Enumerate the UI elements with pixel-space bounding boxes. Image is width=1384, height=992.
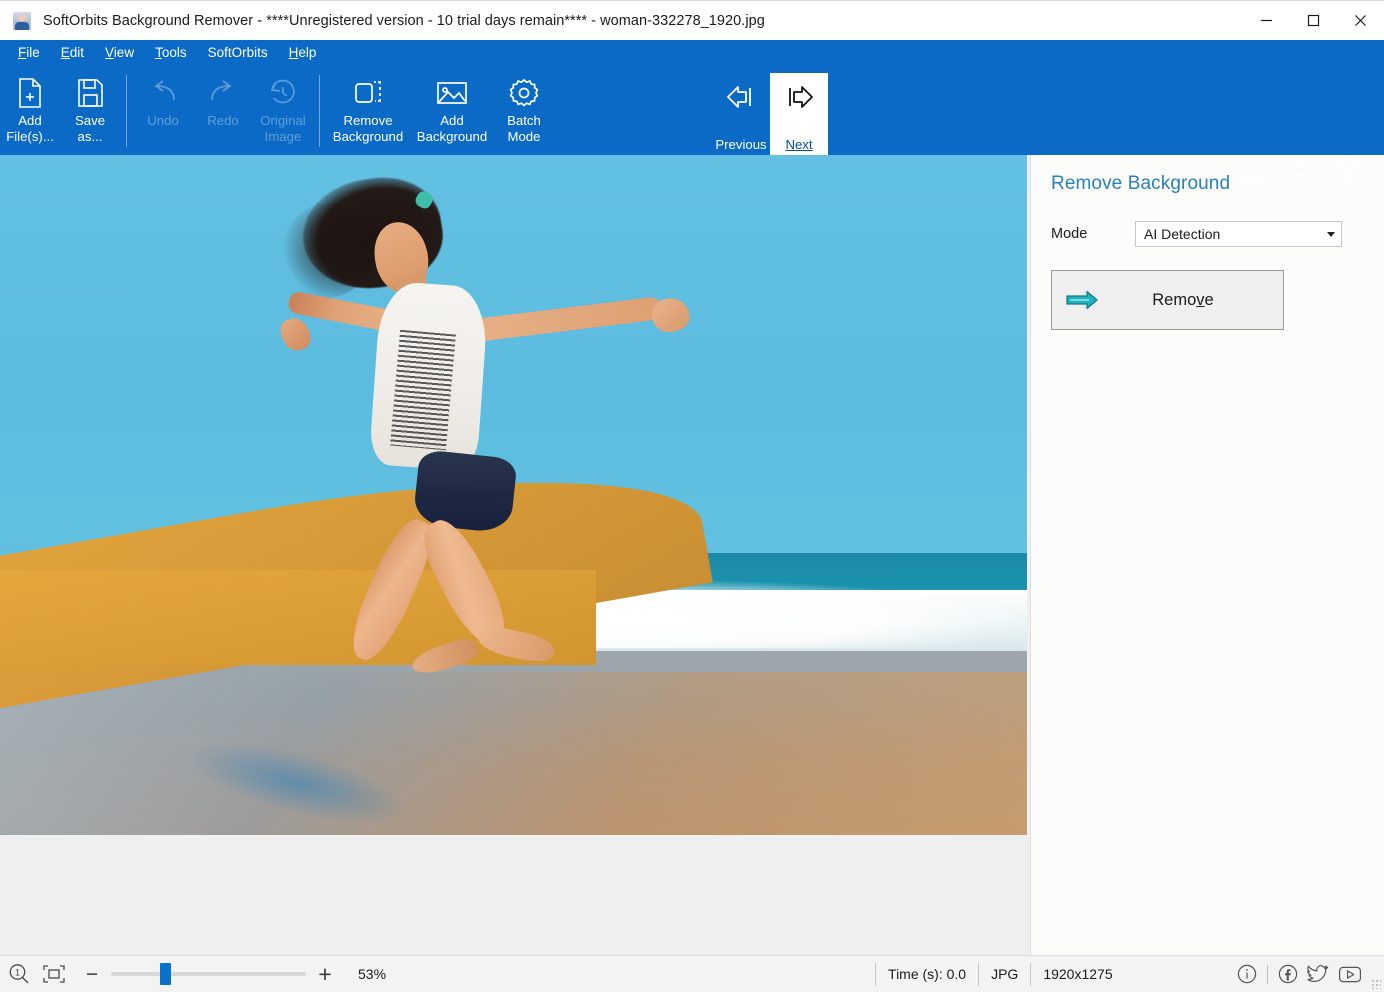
previous-button[interactable]: Previous [712, 73, 770, 152]
figure-right-foot [475, 623, 557, 666]
remove-background-label: Remove Background [332, 113, 404, 144]
original-image-label: Original Image [260, 113, 306, 144]
status-dimensions: 1920x1275 [1030, 962, 1124, 986]
remove-button[interactable]: Remove [1051, 270, 1284, 330]
toolbar-group-actions: Remove Background Add Background Batch M… [326, 67, 554, 151]
title-bar: SoftOrbits Background Remover - ****Unre… [0, 0, 1384, 40]
close-icon[interactable] [1337, 1, 1384, 41]
mode-select[interactable]: AI Detection [1135, 221, 1342, 247]
toolbar-separator-2 [319, 75, 320, 147]
add-files-button[interactable]: Add File(s)... [0, 67, 60, 151]
figure-right-arm [466, 296, 664, 343]
remove-button-label: Remove [1152, 290, 1214, 309]
save-icon [76, 76, 104, 110]
zoom-slider-thumb[interactable] [159, 963, 171, 985]
menu-item-edit[interactable]: Edit [61, 45, 84, 60]
undo-icon [147, 76, 179, 110]
key-icon[interactable] [1284, 159, 1310, 190]
undo-label: Undo [147, 113, 179, 128]
youtube-icon[interactable] [1338, 965, 1362, 984]
status-time: Time (s): 0.0 [875, 962, 978, 986]
toolbar-separator-1 [126, 75, 127, 147]
main-toolbar: Add File(s)... Save as... Undo Redo Orig… [0, 65, 1384, 184]
remove-background-icon [353, 76, 383, 110]
zoom-in-button[interactable]: + [314, 962, 336, 985]
redo-label: Redo [207, 113, 239, 128]
redo-button[interactable]: Redo [193, 67, 253, 151]
status-format: JPG [978, 962, 1030, 986]
fit-to-window-icon[interactable] [43, 964, 65, 984]
twitter-icon[interactable] [1307, 964, 1329, 984]
figure-shirt-print [390, 329, 457, 450]
batch-mode-label: Batch Mode [507, 113, 541, 144]
mode-select-value: AI Detection [1144, 226, 1221, 242]
add-background-icon [436, 76, 468, 110]
menu-item-file[interactable]: File [18, 45, 40, 60]
original-image-button[interactable]: Original Image [253, 67, 313, 151]
chevron-down-icon [1327, 231, 1335, 237]
batch-mode-button[interactable]: Batch Mode [494, 67, 554, 151]
menu-item-softorbits[interactable]: SoftOrbits [208, 45, 268, 60]
maximize-icon[interactable] [1290, 1, 1337, 41]
zoom-slider[interactable] [111, 963, 306, 985]
mode-row: Mode AI Detection [1051, 221, 1384, 247]
figure-denim-shorts [412, 449, 518, 534]
status-social-icons [1237, 964, 1384, 984]
zoom-slider-track [111, 972, 306, 976]
status-bar: 1 − + 53% Time (s): 0.0 JPG 1920x1275 [0, 955, 1384, 992]
gear-icon [509, 76, 539, 110]
toolbar-group-history: Undo Redo Original Image [133, 67, 313, 151]
application-window: SoftOrbits Background Remover - ****Unre… [0, 0, 1384, 992]
zoom-percent-label: 53% [358, 966, 387, 982]
toolbar-group-file: Add File(s)... Save as... [0, 67, 120, 151]
save-as-label: Save as... [74, 113, 106, 144]
undo-button[interactable]: Undo [133, 67, 193, 151]
window-title: SoftOrbits Background Remover - ****Unre… [43, 12, 765, 29]
add-files-label: Add File(s)... [6, 113, 54, 144]
next-button[interactable]: Next [770, 73, 828, 158]
previous-arrow-icon [724, 80, 758, 114]
add-background-label: Add Background [416, 113, 488, 144]
image-canvas[interactable] [0, 155, 1030, 955]
zoom-out-button[interactable]: − [81, 963, 103, 985]
save-as-button[interactable]: Save as... [60, 67, 120, 151]
next-label: Next [785, 137, 813, 152]
preview-image [0, 155, 1027, 835]
history-clock-icon [268, 76, 298, 110]
figure-left-hand [277, 314, 315, 355]
status-icon-divider [1267, 964, 1268, 984]
remove-background-button[interactable]: Remove Background [326, 67, 410, 151]
next-arrow-icon [782, 80, 816, 114]
previous-label: Previous [715, 137, 767, 152]
navigation-group: Previous Next [712, 73, 828, 158]
toolbar-right-icons [1234, 158, 1360, 190]
redo-icon [207, 76, 239, 110]
cart-icon[interactable] [1234, 159, 1262, 190]
menu-item-view[interactable]: View [105, 45, 134, 60]
arrow-right-icon [1065, 290, 1099, 310]
add-background-button[interactable]: Add Background [410, 67, 494, 151]
menu-item-help[interactable]: Help [289, 45, 317, 60]
facebook-icon[interactable] [1278, 964, 1298, 984]
photo-jumping-woman [0, 155, 1027, 835]
menu-bar: File Edit View Tools SoftOrbits Help [0, 40, 1384, 65]
mode-label: Mode [1051, 226, 1088, 242]
zoom-100-icon[interactable]: 1 [8, 963, 30, 985]
figure-left-foot [408, 634, 480, 679]
svg-text:1: 1 [15, 968, 20, 979]
right-panel: Remove Background Mode AI Detection Remo… [1030, 155, 1384, 955]
minimize-icon[interactable] [1243, 1, 1290, 41]
box-icon[interactable] [1332, 158, 1360, 190]
body-area: Remove Background Mode AI Detection Remo… [0, 155, 1384, 955]
menu-item-tools[interactable]: Tools [155, 45, 187, 60]
add-file-icon [16, 76, 44, 110]
window-controls [1243, 1, 1384, 41]
info-icon[interactable] [1237, 964, 1257, 984]
resize-grip[interactable] [1371, 979, 1381, 989]
app-portrait-icon [13, 11, 31, 30]
